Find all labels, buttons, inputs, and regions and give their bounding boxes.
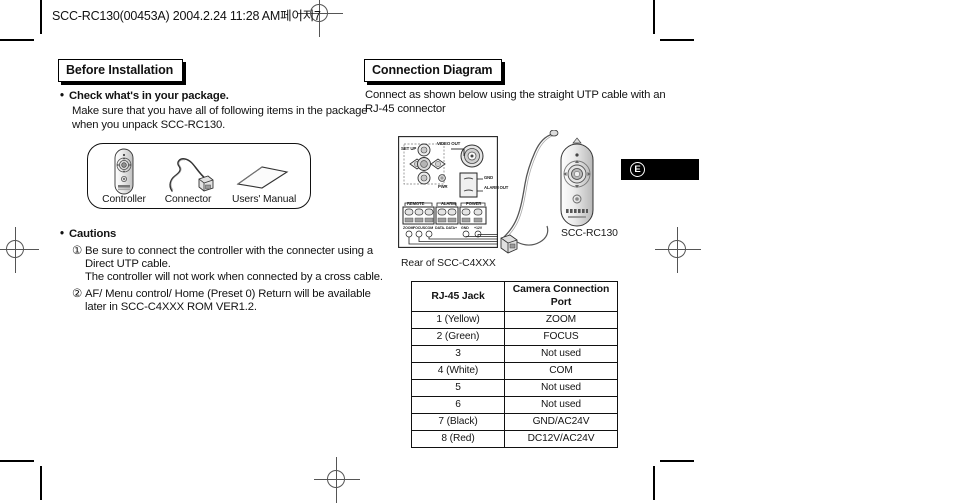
table-header-rj45-jack: RJ-45 Jack: [411, 281, 505, 312]
cell-jack: 6: [411, 396, 505, 414]
language-badge-e: E: [630, 162, 645, 177]
check-package-body-line2: when you unpack SCC-RC130.: [72, 119, 226, 131]
table-row: 3 Not used: [411, 345, 618, 363]
caution-2-marker: ②: [72, 288, 82, 300]
cell-jack: 5: [411, 379, 505, 397]
registration-mark-bottom: [314, 457, 360, 503]
table-row: 8 (Red) DC12V/AC24V: [411, 430, 618, 448]
cell-port: COM: [504, 362, 618, 380]
rear-pin-label-data-minus: DATA-: [435, 226, 446, 230]
cell-jack: 3: [411, 345, 505, 363]
rear-label-pwr: PWR: [438, 184, 448, 189]
caution-2-line2: later in SCC-C4XXX ROM VER1.2.: [85, 301, 257, 313]
rear-panel-caption: Rear of SCC-C4XXX: [401, 258, 496, 269]
check-package-body-line1: Make sure that you have all of following…: [72, 105, 368, 117]
crop-mark-bottom-right-horizontal: [660, 460, 694, 462]
section-title-connection-diagram: Connection Diagram: [364, 59, 503, 82]
rj45-pinout-table: RJ-45 Jack Camera Connection Port 1 (Yel…: [411, 281, 618, 448]
rear-pin-label-zoom: ZOOM: [403, 226, 414, 230]
crop-mark-top-right-horizontal: [660, 39, 694, 41]
caution-1-line3: The controller will not work when connec…: [85, 271, 383, 283]
manual-booklet-icon: [236, 166, 289, 189]
rear-label-gnd-terminal: GND: [484, 175, 494, 180]
crop-mark-bottom-left-horizontal: [0, 460, 34, 462]
rear-label-block-power: POWER: [466, 200, 482, 206]
crop-mark-bottom-right-vertical: [653, 466, 655, 500]
cell-port: Not used: [504, 396, 618, 414]
table-row: 2 (Green) FOCUS: [411, 328, 618, 346]
cell-port: GND/AC24V: [504, 413, 618, 431]
rear-label-block-alarm: ALARM: [441, 200, 456, 206]
cell-jack: 1 (Yellow): [411, 311, 505, 329]
registration-mark-left: [0, 227, 39, 273]
rear-pin-label-data-plus: DATA+: [446, 226, 458, 230]
table-header-camera-port: Camera Connection Port: [504, 281, 618, 312]
cell-port: ZOOM: [504, 311, 618, 329]
cell-port: Not used: [504, 345, 618, 363]
caution-1-marker: ①: [72, 245, 82, 257]
cell-port: DC12V/AC24V: [504, 430, 618, 448]
table-row: 7 (Black) GND/AC24V: [411, 413, 618, 431]
rear-pin-label-12v: +12V: [474, 226, 483, 230]
crop-mark-bottom-left-vertical: [40, 466, 42, 500]
bullet-cautions: •: [60, 228, 65, 240]
controller-caption: SCC-RC130: [561, 228, 618, 239]
rear-pin-label-com: COM: [425, 226, 434, 230]
crop-mark-top-right-vertical: [653, 0, 655, 34]
connection-intro-line1: Connect as shown below using the straigh…: [365, 89, 666, 101]
table-row: 5 Not used: [411, 379, 618, 397]
table-row: 4 (White) COM: [411, 362, 618, 380]
cell-port: FOCUS: [504, 328, 618, 346]
cautions-heading: Cautions: [69, 228, 117, 240]
crop-mark-top-left-vertical: [40, 0, 42, 34]
cell-jack: 8 (Red): [411, 430, 505, 448]
table-row: 6 Not used: [411, 396, 618, 414]
package-item-label-connector: Connector: [164, 194, 212, 205]
cell-jack: 7 (Black): [411, 413, 505, 431]
package-item-label-manual: Users' Manual: [232, 194, 297, 205]
rear-pin-label-gnd: GND: [461, 226, 469, 230]
registration-mark-right: [655, 227, 701, 273]
rear-pin-label-focus: FOCUS: [413, 226, 426, 230]
cell-jack: 2 (Green): [411, 328, 505, 346]
table-header-row: RJ-45 Jack Camera Connection Port: [411, 281, 618, 312]
rear-label-block-remote: REMOTE: [407, 200, 425, 206]
cell-port: Not used: [504, 379, 618, 397]
rear-label-video-out: VIDEO OUT: [437, 141, 461, 146]
table-row: 1 (Yellow) ZOOM: [411, 311, 618, 329]
section-title-before-installation: Before Installation: [58, 59, 184, 82]
package-item-label-controller: Controller: [102, 194, 146, 205]
bullet-check-package: •: [60, 90, 65, 102]
check-package-heading: Check what's in your package.: [69, 90, 229, 102]
cable-connector-icon: [169, 158, 214, 192]
crop-mark-top-left-horizontal: [0, 39, 34, 41]
cell-jack: 4 (White): [411, 362, 505, 380]
connection-intro-line2: RJ-45 connector: [365, 103, 446, 115]
rear-panel-diagram: [398, 136, 498, 248]
scc-rc130-controller-illustration: [560, 137, 594, 227]
remote-controller-icon: [114, 148, 134, 195]
rear-label-setup: SET UP: [401, 146, 417, 151]
language-badge-tab: E: [621, 159, 699, 180]
sheet-header-text: SCC-RC130(00453A) 2004.2.24 11:28 AM페이지7: [52, 9, 321, 23]
